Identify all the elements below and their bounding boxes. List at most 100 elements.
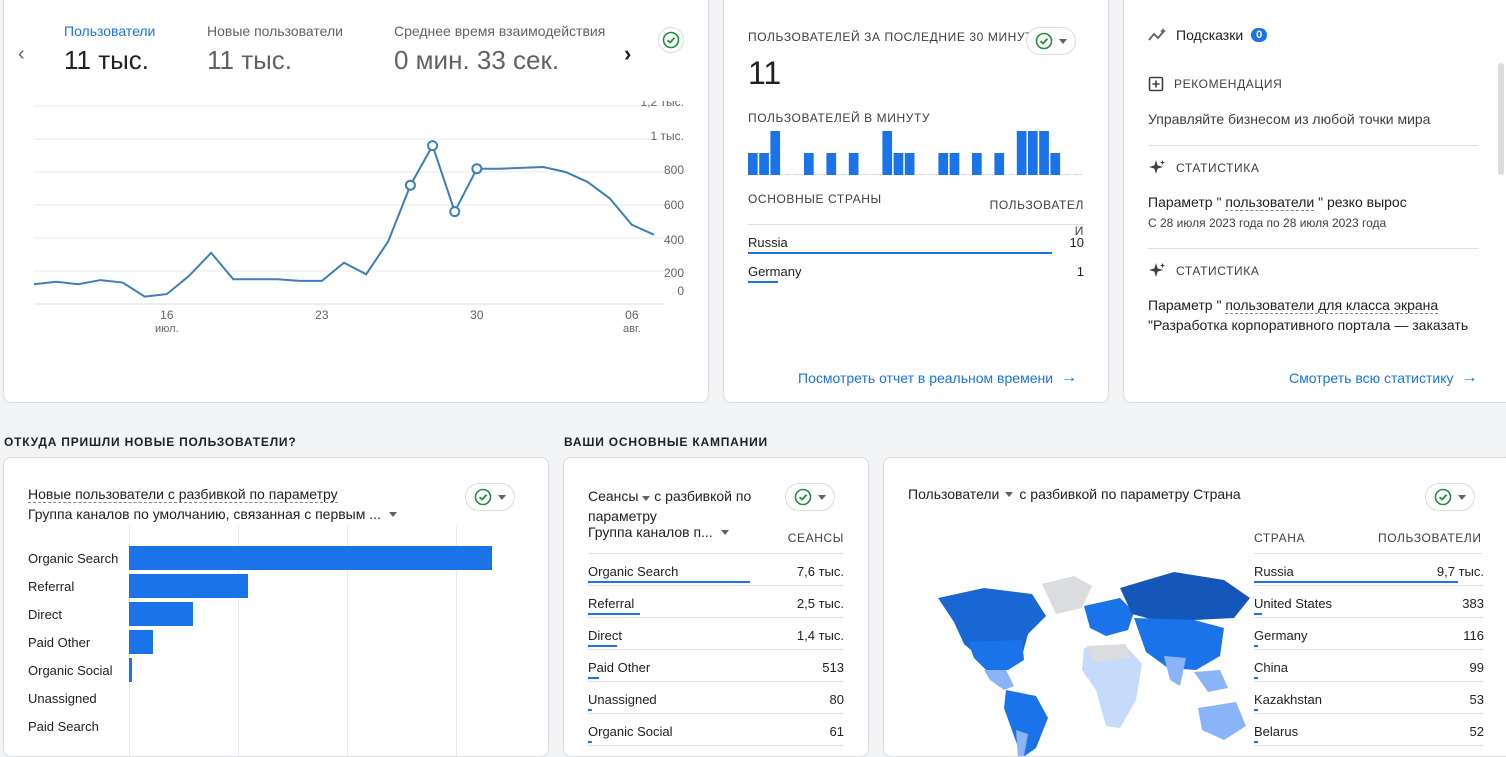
minute-bar[interactable]	[938, 153, 949, 175]
users-column-header: ПОЛЬЗОВАТЕЛИ	[1378, 531, 1482, 545]
minute-bar[interactable]	[815, 174, 825, 175]
minute-bar[interactable]	[983, 174, 993, 175]
table-row[interactable]: Referral 2,5 тыс.	[588, 596, 844, 611]
minute-bar[interactable]	[1050, 153, 1061, 175]
minute-bar[interactable]	[781, 174, 792, 175]
table-row[interactable]: Kazakhstan 53	[1254, 692, 1484, 707]
anomaly-point[interactable]	[449, 206, 461, 218]
anomaly-point[interactable]	[427, 140, 439, 152]
minute-bar[interactable]	[860, 174, 870, 175]
acq-title-line1[interactable]: Новые пользователи с разбивкой по параме…	[28, 486, 338, 503]
dimension-dropdown[interactable]: Группа каналов по умолчанию, связанная с…	[28, 506, 428, 522]
table-row[interactable]: Direct 1,4 тыс.	[588, 628, 844, 643]
y-tick-label: 200	[664, 266, 684, 280]
channel-bar[interactable]	[129, 602, 193, 626]
metric-users[interactable]: Пользователи 11 тыс.	[64, 23, 194, 87]
next-arrow-icon[interactable]: ›	[624, 41, 631, 67]
metric-engagement-time[interactable]: Среднее время взаимодействия 0 мин. 33 с…	[394, 23, 624, 76]
table-row[interactable]: Belarus 52	[1254, 724, 1484, 739]
insight-metric[interactable]: пользователи для класса экрана	[1225, 297, 1439, 314]
table-row[interactable]: Unassigned 80	[588, 692, 844, 707]
row-divider	[588, 745, 844, 746]
minute-bar[interactable]	[972, 153, 982, 175]
realtime-report-link[interactable]: Посмотреть отчет в реальном времени →	[798, 369, 1077, 387]
country-value: 10	[1069, 235, 1084, 250]
row-name: Organic Social	[588, 724, 673, 739]
table-row[interactable]: Germany 116	[1254, 628, 1484, 643]
per-minute-label: ПОЛЬЗОВАТЕЛЕЙ В МИНУТУ	[748, 111, 931, 125]
add-box-icon	[1148, 76, 1164, 92]
table-row[interactable]: China 99	[1254, 660, 1484, 675]
row-name: Kazakhstan	[1254, 692, 1322, 707]
prev-arrow-icon[interactable]: ‹	[18, 43, 25, 66]
statistics-item[interactable]: СТАТИСТИКА Параметр " пользователи для к…	[1148, 262, 1498, 333]
row-name: Paid Other	[588, 660, 651, 675]
minute-bar[interactable]	[893, 153, 904, 175]
check-icon[interactable]	[658, 27, 684, 53]
minute-bar[interactable]	[916, 174, 926, 175]
minute-bar[interactable]	[960, 174, 971, 175]
minute-bar[interactable]	[1039, 131, 1049, 175]
table-row[interactable]: Organic Search 7,6 тыс.	[588, 564, 844, 579]
minute-bar[interactable]	[792, 174, 803, 175]
recommendation-item[interactable]: РЕКОМЕНДАЦИЯ Управляйте бизнесом из любо…	[1148, 76, 1478, 127]
insight-text: Управляйте бизнесом из любой точки мира	[1148, 111, 1431, 127]
realtime-card: ПОЛЬЗОВАТЕЛЕЙ ЗА ПОСЛЕДНИЕ 30 МИНУТ 11 П…	[723, 0, 1109, 403]
channel-bar[interactable]	[129, 574, 249, 598]
table-row[interactable]: Paid Other 513	[588, 660, 844, 675]
table-row[interactable]: Organic Social 61	[588, 724, 844, 739]
anomaly-point[interactable]	[404, 179, 416, 191]
campaigns-compare-dropdown[interactable]	[785, 483, 835, 511]
minute-bar[interactable]	[770, 131, 781, 175]
anomaly-point[interactable]	[471, 163, 483, 175]
country-compare-dropdown[interactable]	[1425, 483, 1475, 511]
minute-bar[interactable]	[759, 153, 769, 175]
minute-bar[interactable]	[949, 153, 960, 175]
channel-bar[interactable]	[129, 658, 132, 682]
minute-bar[interactable]	[1005, 174, 1016, 175]
channel-bar[interactable]	[129, 630, 153, 654]
country-card: Пользователи с разбивкой по параметру Ст…	[883, 457, 1506, 757]
metric-dropdown[interactable]: Сеансы	[588, 488, 651, 504]
bar-label: Organic Social	[28, 663, 113, 678]
minute-bar[interactable]	[1016, 131, 1027, 175]
acq-compare-dropdown[interactable]	[465, 483, 515, 511]
minute-bar[interactable]	[748, 153, 758, 175]
minute-bar[interactable]	[837, 174, 848, 175]
minute-bar[interactable]	[1028, 131, 1038, 175]
minute-bar[interactable]	[804, 153, 814, 175]
insight-text-c: " резко вырос	[1314, 194, 1407, 210]
country-row[interactable]: Germany 1	[748, 264, 1084, 279]
metric-dropdown[interactable]: Пользователи	[908, 486, 1014, 502]
statistics-item[interactable]: СТАТИСТИКА Параметр " пользователи " рез…	[1148, 159, 1488, 230]
minute-bar[interactable]	[882, 131, 893, 175]
minute-bar[interactable]	[1061, 174, 1072, 175]
country-row[interactable]: Russia 10	[748, 235, 1084, 250]
table-row[interactable]: Russia 9,7 тыс.	[1254, 564, 1484, 579]
minute-bar[interactable]	[927, 174, 937, 175]
minute-bar[interactable]	[904, 153, 915, 175]
insights-header[interactable]: Подсказки 0	[1148, 27, 1268, 43]
insight-text-line2: "Разработка корпоративного портала — зак…	[1148, 317, 1469, 333]
country-share-bar	[748, 281, 779, 283]
minute-bar[interactable]	[826, 153, 837, 175]
country-value: 1	[1076, 264, 1084, 279]
minute-bar[interactable]	[848, 153, 859, 175]
realtime-compare-dropdown[interactable]	[1026, 27, 1076, 55]
view-all-insights-link[interactable]: Смотреть всю статистику →	[1289, 369, 1477, 387]
row-name: Belarus	[1254, 724, 1299, 739]
insight-type: СТАТИСТИКА	[1176, 264, 1260, 278]
minute-bar[interactable]	[871, 174, 881, 175]
scrollbar-thumb[interactable]	[1498, 63, 1504, 175]
table-row[interactable]: United States 383	[1254, 596, 1484, 611]
dimension-dropdown[interactable]: Группа каналов п...	[588, 524, 729, 540]
metric-new-users[interactable]: Новые пользователи 11 тыс.	[207, 23, 377, 76]
map-russia	[1120, 572, 1250, 620]
insight-metric[interactable]: пользователи	[1225, 194, 1315, 211]
channel-bar[interactable]	[129, 546, 492, 570]
country-share-bar	[748, 252, 1053, 254]
insight-text-a: Параметр "	[1148, 194, 1226, 210]
header-divider	[748, 224, 1084, 225]
minute-bar[interactable]	[1072, 174, 1083, 175]
minute-bar[interactable]	[994, 153, 1005, 175]
